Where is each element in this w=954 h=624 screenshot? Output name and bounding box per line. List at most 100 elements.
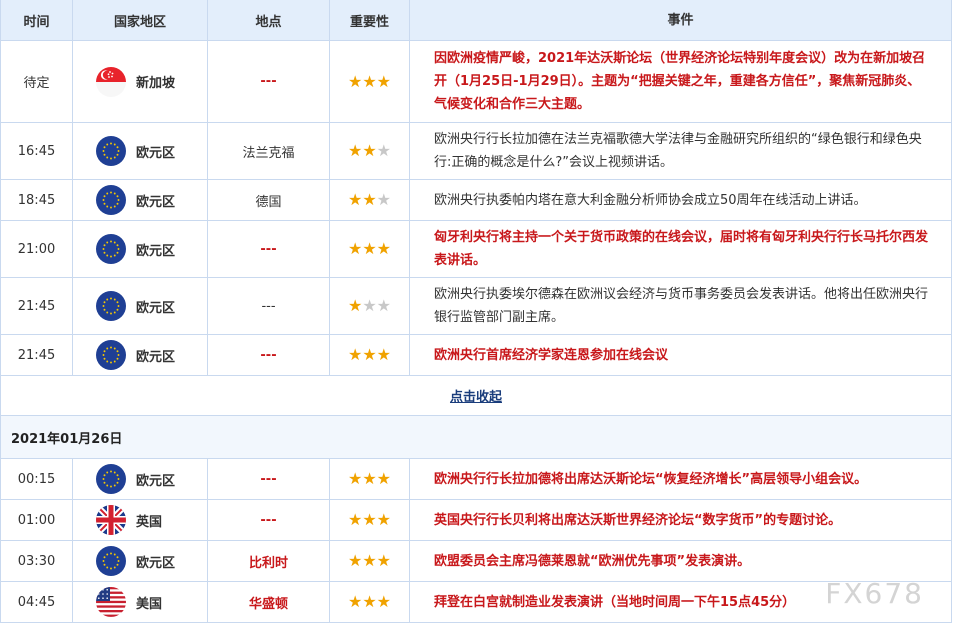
eu-flag-icon — [96, 291, 126, 321]
row-country: 欧元区 — [73, 278, 208, 334]
row-event: 欧盟委员会主席冯德莱恩就“欧洲优先事项”发表演讲。 — [434, 553, 751, 569]
star-icon: ★ — [362, 510, 377, 529]
country-name: 欧元区 — [136, 473, 176, 489]
header-place: 地点 — [208, 0, 330, 40]
star-icon: ★ — [347, 190, 363, 209]
row-time: 16:45 — [1, 123, 73, 179]
uk-flag-icon — [96, 505, 126, 535]
table-row: 00:15 欧元区 --- ★ ★ ★ 欧洲央行行长拉加德将出席达沃斯论坛“恢复经济增长”高… — [1, 459, 951, 500]
table-row: 16:45 欧元区 法兰克福 ★ ★ ★ 欧洲央行行长拉加德在法兰克福歌德大学法律与金融研究… — [1, 123, 951, 180]
row-importance: ★ ★ ★ — [330, 541, 410, 581]
table-row: 21:45 欧元区 --- ★ ★ ★ 欧洲央行首席经济学家连恩参加在线会议 — [1, 335, 951, 376]
row-time: 00:15 — [1, 459, 73, 499]
star-icon: ★ — [362, 190, 377, 209]
row-importance: ★ ★ ★ — [330, 180, 410, 220]
header-event: 事件 — [667, 12, 694, 28]
row-importance: ★ ★ ★ — [330, 123, 410, 179]
star-icon: ★ — [347, 592, 363, 611]
eu-flag-icon — [96, 546, 126, 576]
star-icon: ★ — [347, 71, 363, 91]
star-icon: ★ — [376, 190, 392, 209]
row-place: 比利时 — [208, 541, 330, 581]
country-name: 欧元区 — [136, 349, 176, 365]
row-importance: ★ ★ ★ — [330, 335, 410, 375]
watermark: FX678 — [825, 577, 924, 610]
star-icon: ★ — [362, 469, 377, 488]
row-country: 欧元区 — [73, 335, 208, 375]
row-event: 欧洲央行执委帕内塔在意大利金融分析师协会成立50周年在线活动上讲话。 — [434, 192, 867, 208]
row-place: --- — [208, 41, 330, 122]
row-event: 欧洲央行首席经济学家连恩参加在线会议 — [434, 347, 669, 363]
row-place: --- — [208, 221, 330, 277]
star-icon: ★ — [347, 551, 363, 570]
star-icon: ★ — [362, 71, 377, 91]
header-country: 国家地区 — [73, 0, 208, 40]
table-row: 21:00 欧元区 --- ★ ★ ★ 匈牙利央行将主持一个关于货币政策的在线会议，届时将有… — [1, 221, 951, 278]
star-icon: ★ — [376, 551, 392, 570]
row-importance: ★ ★ ★ — [330, 500, 410, 540]
row-place: --- — [208, 500, 330, 540]
row-country: 美国 — [73, 582, 208, 622]
table-row: 21:45 欧元区 --- ★ ★ ★ 欧洲央行执委埃尔德森在欧洲议会经济与货币事务委员会发… — [1, 278, 951, 335]
table-header: 时间 国家地区 地点 重要性 事件 — [1, 0, 951, 41]
star-icon: ★ — [362, 551, 377, 570]
row-event: 英国央行行长贝利将出席达沃斯世界经济论坛“数字货币”的专题讨论。 — [434, 512, 842, 528]
row-time: 21:45 — [1, 278, 73, 334]
star-icon: ★ — [362, 141, 377, 160]
row-event: 因欧洲疫情严峻，2021年达沃斯论坛（世界经济论坛特别年度会议）改为在新加坡召开… — [434, 51, 926, 112]
country-name: 英国 — [136, 514, 163, 530]
star-icon: ★ — [347, 469, 363, 488]
country-name: 欧元区 — [136, 145, 176, 161]
star-icon: ★ — [376, 239, 392, 258]
country-name: 欧元区 — [136, 194, 176, 210]
star-icon: ★ — [376, 469, 392, 488]
country-name: 美国 — [136, 596, 163, 612]
star-icon: ★ — [376, 592, 392, 611]
collapse-link[interactable]: 点击收起 — [450, 386, 502, 405]
star-icon: ★ — [347, 345, 363, 364]
row-country: 英国 — [73, 500, 208, 540]
star-icon: ★ — [347, 141, 363, 160]
row-event: 欧洲央行执委埃尔德森在欧洲议会经济与货币事务委员会发表讲话。他将出任欧洲央行银行… — [434, 287, 929, 325]
row-event: 欧洲央行行长拉加德将出席达沃斯论坛“恢复经济增长”高层领导小组会议。 — [434, 471, 868, 487]
table-row: 待定 新加坡 --- ★ ★ ★ 因欧洲疫情严峻，2021年达沃斯论坛（世界经济论坛特别年度… — [1, 41, 951, 123]
row-country: 欧元区 — [73, 541, 208, 581]
row-importance: ★ ★ ★ — [330, 41, 410, 122]
eu-flag-icon — [96, 136, 126, 166]
star-icon: ★ — [376, 296, 392, 315]
row-importance: ★ ★ ★ — [330, 582, 410, 622]
row-time: 21:00 — [1, 221, 73, 277]
row-time: 03:30 — [1, 541, 73, 581]
country-name: 欧元区 — [136, 243, 176, 259]
row-importance: ★ ★ ★ — [330, 459, 410, 499]
row-importance: ★ ★ ★ — [330, 221, 410, 277]
country-name: 欧元区 — [136, 300, 176, 316]
country-name: 新加坡 — [136, 76, 176, 91]
star-icon: ★ — [362, 592, 377, 611]
row-event: 欧洲央行行长拉加德在法兰克福歌德大学法律与金融研究所组织的“绿色银行和绿色央行:… — [434, 132, 922, 170]
table-row: 18:45 欧元区 德国 ★ ★ ★ 欧洲央行执委帕内塔在意大利金融分析师协会成立50周年在… — [1, 180, 951, 221]
star-icon: ★ — [362, 345, 377, 364]
star-icon: ★ — [376, 141, 392, 160]
day1-rows: 待定 新加坡 --- ★ ★ ★ 因欧洲疫情严峻，2021年达沃斯论坛（世界经济论坛特别年度… — [1, 41, 951, 376]
row-country: 欧元区 — [73, 123, 208, 179]
row-place: --- — [208, 459, 330, 499]
singapore-flag-icon — [96, 66, 126, 97]
row-time: 04:45 — [1, 582, 73, 622]
row-place: --- — [208, 335, 330, 375]
table-row: 03:30 欧元区 比利时 ★ ★ ★ 欧盟委员会主席冯德莱恩就“欧洲优先事项”发表演讲。 — [1, 541, 951, 582]
row-country: 新加坡 — [73, 41, 208, 122]
row-place: 华盛顿 — [208, 582, 330, 622]
star-icon: ★ — [376, 510, 392, 529]
star-icon: ★ — [347, 239, 363, 258]
eu-flag-icon — [96, 340, 126, 370]
header-importance: 重要性 — [330, 0, 410, 40]
row-importance: ★ ★ ★ — [330, 278, 410, 334]
eu-flag-icon — [96, 185, 126, 215]
us-flag-icon — [96, 587, 126, 617]
eu-flag-icon — [96, 234, 126, 264]
eu-flag-icon — [96, 464, 126, 494]
row-time: 21:45 — [1, 335, 73, 375]
row-time: 01:00 — [1, 500, 73, 540]
row-event: 匈牙利央行将主持一个关于货币政策的在线会议，届时将有匈牙利央行行长马托尔西发表讲… — [434, 230, 929, 268]
